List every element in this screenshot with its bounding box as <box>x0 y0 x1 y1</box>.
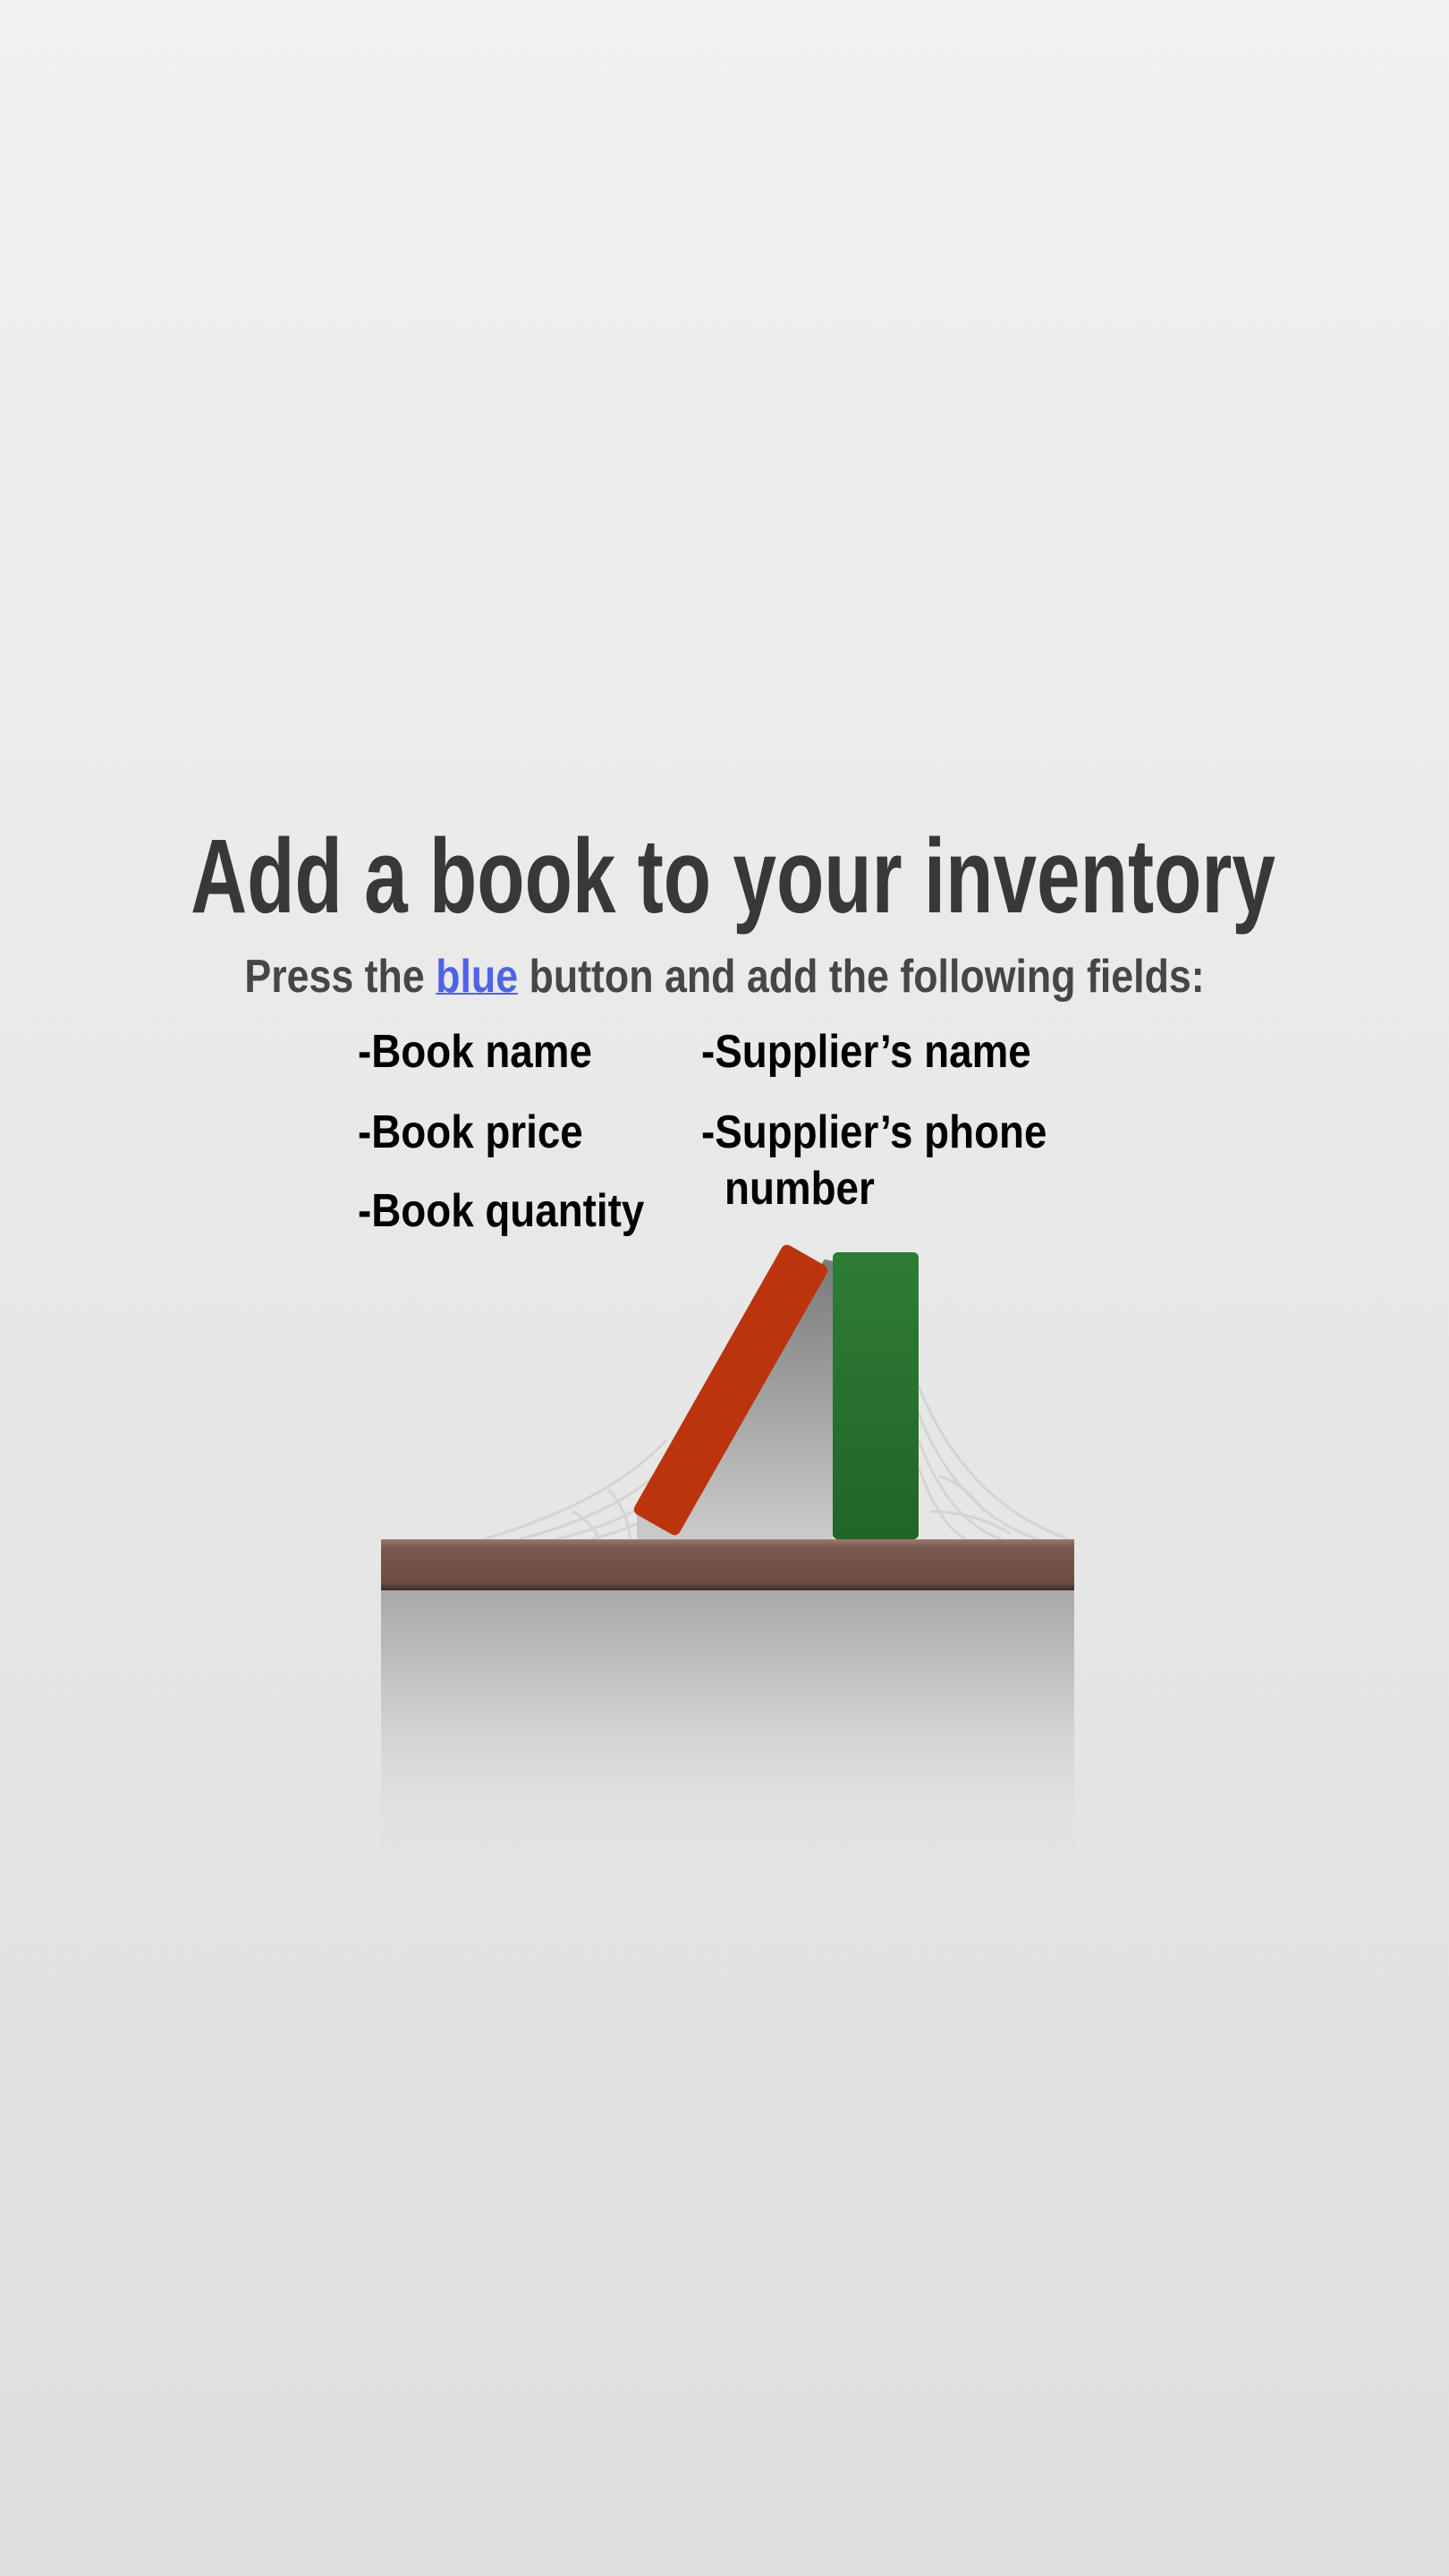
instructions: Press the blue button and add the follow… <box>0 950 1449 1004</box>
empty-shelf-illustration <box>381 1244 1074 1868</box>
instructions-prefix: Press the <box>244 951 436 1003</box>
field-book-quantity: -Book quantity <box>358 1185 645 1237</box>
field-supplier-phone: -Supplier’s phone <box>701 1106 1047 1158</box>
green-book <box>833 1252 919 1539</box>
field-book-price: -Book price <box>358 1106 583 1158</box>
instructions-highlight-blue: blue <box>436 951 519 1003</box>
field-supplier-name: -Supplier’s name <box>701 1026 1031 1078</box>
cobweb-right <box>917 1385 1070 1541</box>
page-title: Add a book to your inventory <box>191 818 1275 936</box>
shelf-reflection <box>381 1590 1074 1868</box>
instructions-suffix: button and add the following fields: <box>518 951 1205 1003</box>
field-supplier-phone-cont: number <box>724 1163 875 1215</box>
shelf <box>381 1539 1074 1590</box>
field-book-name: -Book name <box>358 1026 592 1078</box>
